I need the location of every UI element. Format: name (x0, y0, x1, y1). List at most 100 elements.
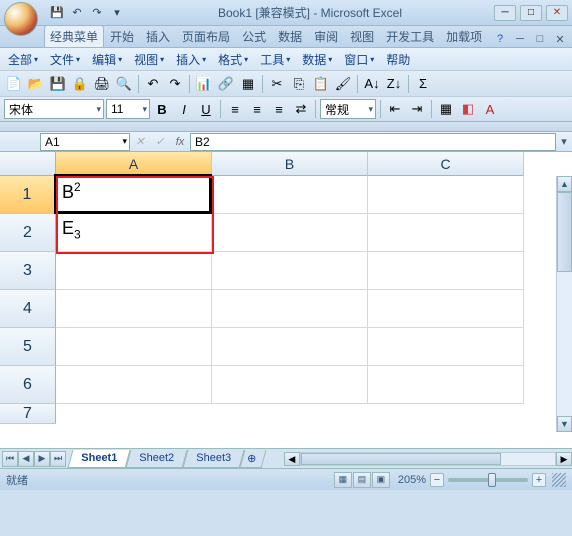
column-header-a[interactable]: A (56, 152, 212, 176)
open-icon[interactable]: 📂 (26, 74, 46, 94)
row-header-3[interactable]: 3 (0, 252, 56, 290)
cell-c5[interactable] (368, 328, 524, 366)
cell-a5[interactable] (56, 328, 212, 366)
enter-icon[interactable]: ✓ (150, 135, 170, 148)
zoom-out-button[interactable]: − (430, 473, 444, 487)
new-icon[interactable]: 📄 (4, 74, 24, 94)
cell-c6[interactable] (368, 366, 524, 404)
tab-addins[interactable]: 加载项 (440, 25, 488, 47)
page-layout-view-button[interactable]: ▤ (353, 472, 371, 488)
menu-data[interactable]: 数据▾ (298, 49, 336, 70)
tab-view[interactable]: 视图 (344, 25, 380, 47)
paste-icon[interactable]: 📋 (311, 74, 331, 94)
vertical-scroll-thumb[interactable] (557, 192, 572, 272)
sort-asc-icon[interactable]: A↓ (362, 74, 382, 94)
menu-help[interactable]: 帮助 (382, 49, 414, 70)
tab-page-layout[interactable]: 页面布局 (176, 25, 236, 47)
align-center-icon[interactable]: ≡ (247, 99, 267, 119)
print-icon[interactable]: 🖨 (92, 74, 112, 94)
zoom-in-button[interactable]: + (532, 473, 546, 487)
cells-area[interactable]: B2 E3 (56, 176, 556, 432)
cell-c1[interactable] (368, 176, 524, 214)
zoom-slider[interactable] (448, 478, 528, 482)
horizontal-scroll-track[interactable] (300, 452, 556, 466)
menu-all[interactable]: 全部▾ (4, 49, 42, 70)
row-header-5[interactable]: 5 (0, 328, 56, 366)
sort-desc-icon[interactable]: Z↓ (384, 74, 404, 94)
fx-icon[interactable]: fx (170, 136, 190, 148)
number-format-combo[interactable]: 常规 (320, 99, 376, 119)
tab-nav-prev[interactable]: ◀ (18, 451, 34, 467)
help-icon[interactable]: ? (492, 31, 508, 47)
column-header-c[interactable]: C (368, 152, 524, 176)
preview-icon[interactable]: 🔍 (114, 74, 134, 94)
minimize-button[interactable]: ─ (494, 5, 516, 21)
menu-window[interactable]: 窗口▾ (340, 49, 378, 70)
office-button[interactable] (4, 2, 38, 36)
cell-b1[interactable] (212, 176, 368, 214)
permission-icon[interactable]: 🔒 (70, 74, 90, 94)
redo-icon[interactable]: ↷ (165, 74, 185, 94)
tab-data[interactable]: 数据 (272, 25, 308, 47)
cell-c2[interactable] (368, 214, 524, 252)
indent-decrease-icon[interactable]: ⇤ (385, 99, 405, 119)
normal-view-button[interactable]: ▦ (334, 472, 352, 488)
cell-a2[interactable]: E3 (56, 214, 212, 252)
cell-c4[interactable] (368, 290, 524, 328)
tab-nav-first[interactable]: ⏮ (2, 451, 18, 467)
row-header-7[interactable]: 7 (0, 404, 56, 424)
cell-a4[interactable] (56, 290, 212, 328)
cell-b6[interactable] (212, 366, 368, 404)
scroll-right-button[interactable]: ▶ (556, 452, 572, 466)
save-icon[interactable]: 💾 (48, 4, 66, 22)
tab-home[interactable]: 开始 (104, 25, 140, 47)
worksheet-grid[interactable]: A B C 1 2 3 4 5 6 7 B2 E3 (0, 152, 572, 448)
cancel-icon[interactable]: ✕ (130, 135, 150, 148)
chart-icon[interactable]: 📊 (194, 74, 214, 94)
underline-button[interactable]: U (196, 99, 216, 119)
new-sheet-tab[interactable]: ⊕ (239, 450, 266, 468)
tab-review[interactable]: 审阅 (308, 25, 344, 47)
tab-classic-menu[interactable]: 经典菜单 (44, 25, 104, 47)
undo-icon[interactable]: ↶ (68, 4, 86, 22)
scroll-up-button[interactable]: ▲ (557, 176, 572, 192)
vertical-scrollbar[interactable]: ▲ ▼ (556, 176, 572, 432)
qat-dropdown-icon[interactable]: ▾ (108, 4, 126, 22)
scroll-down-button[interactable]: ▼ (557, 416, 572, 432)
scroll-left-button[interactable]: ◀ (284, 452, 300, 466)
save-icon[interactable]: 💾 (48, 74, 68, 94)
bold-button[interactable]: B (152, 99, 172, 119)
row-header-6[interactable]: 6 (0, 366, 56, 404)
doc-restore-button[interactable]: □ (532, 31, 548, 47)
cell-b2[interactable] (212, 214, 368, 252)
resize-grip[interactable] (552, 473, 566, 487)
align-right-icon[interactable]: ≡ (269, 99, 289, 119)
zoom-level[interactable]: 205% (398, 474, 426, 486)
cell-b4[interactable] (212, 290, 368, 328)
select-all-corner[interactable] (0, 152, 56, 176)
expand-formula-bar-icon[interactable]: ▾ (556, 135, 572, 148)
sheet-tab-3[interactable]: Sheet3 (183, 450, 245, 468)
cell-a3[interactable] (56, 252, 212, 290)
menu-insert[interactable]: 插入▾ (172, 49, 210, 70)
sheet-tab-2[interactable]: Sheet2 (126, 450, 188, 468)
tab-nav-next[interactable]: ▶ (34, 451, 50, 467)
horizontal-scroll-thumb[interactable] (301, 453, 501, 465)
merge-icon[interactable]: ⇄ (291, 99, 311, 119)
link-icon[interactable]: 🔗 (216, 74, 236, 94)
font-combo[interactable]: 宋体 (4, 99, 104, 119)
redo-icon[interactable]: ↷ (88, 4, 106, 22)
font-size-combo[interactable]: 11 (106, 99, 150, 119)
cell-c3[interactable] (368, 252, 524, 290)
name-box[interactable]: A1 (40, 133, 130, 151)
maximize-button[interactable]: □ (520, 5, 542, 21)
fill-color-icon[interactable]: ◧ (458, 99, 478, 119)
indent-increase-icon[interactable]: ⇥ (407, 99, 427, 119)
tab-nav-last[interactable]: ⏭ (50, 451, 66, 467)
cell-b3[interactable] (212, 252, 368, 290)
doc-close-button[interactable]: ✕ (552, 31, 568, 47)
italic-button[interactable]: I (174, 99, 194, 119)
doc-minimize-button[interactable]: ─ (512, 31, 528, 47)
autosum-icon[interactable]: Σ (413, 74, 433, 94)
font-color-icon[interactable]: A (480, 99, 500, 119)
